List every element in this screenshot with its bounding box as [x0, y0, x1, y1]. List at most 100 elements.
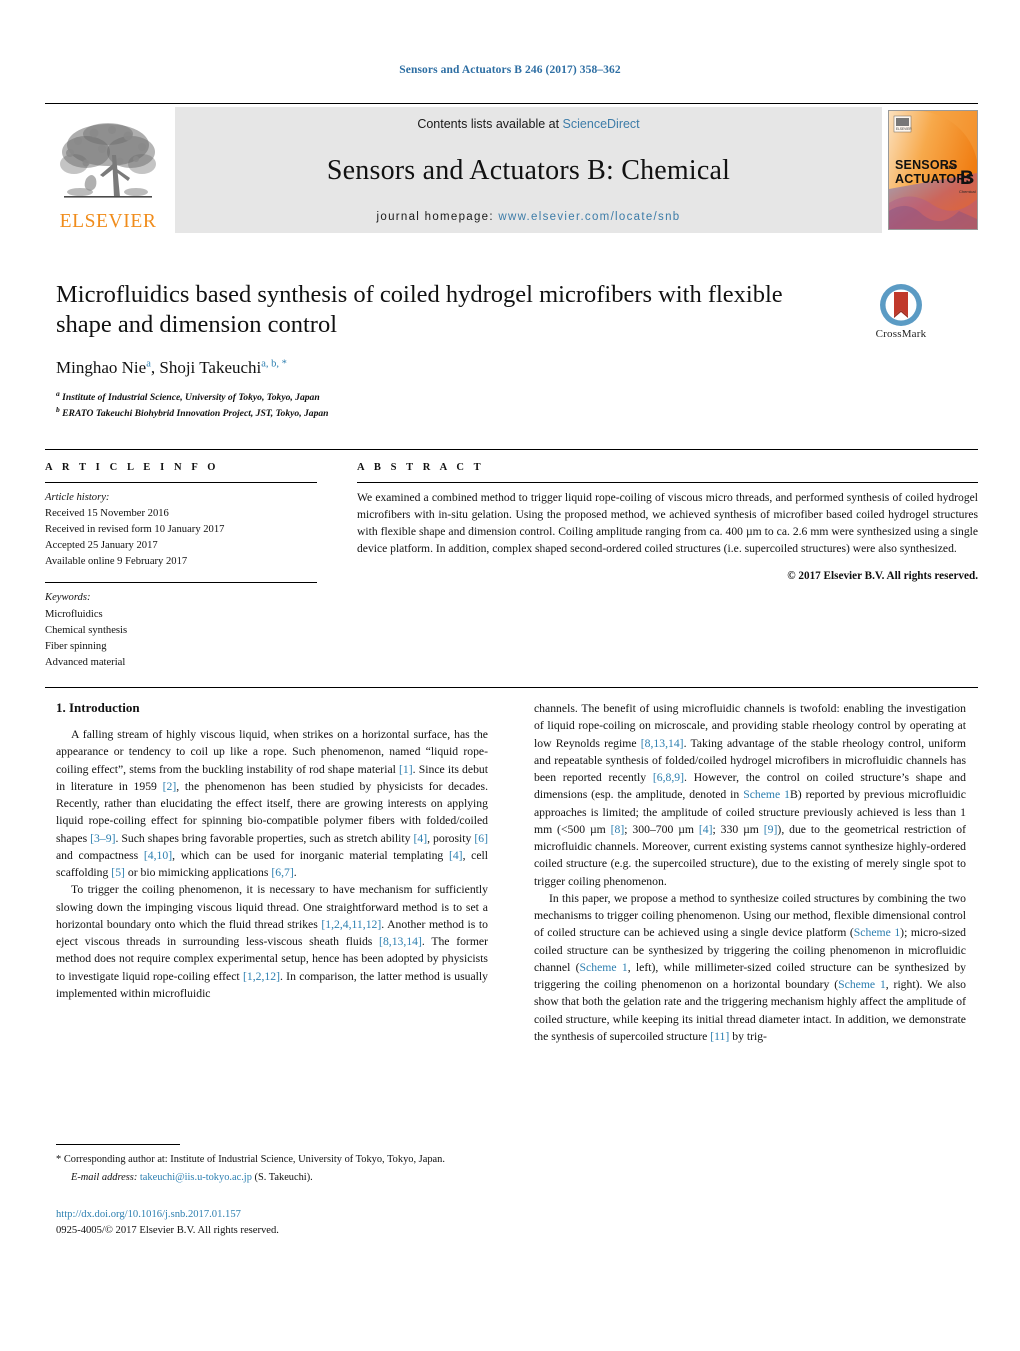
text-run: , which can be used for inorganic materi…	[172, 848, 449, 862]
article-history: Article history: Received 15 November 20…	[45, 490, 317, 570]
abstract-heading: A B S T R A C T	[357, 462, 485, 473]
citation-link[interactable]: [6,7]	[271, 866, 293, 879]
citation-link[interactable]: [4,10]	[144, 849, 172, 862]
scheme-link[interactable]: Scheme 1	[838, 978, 886, 991]
corresponding-author-note: * Corresponding author at: Institute of …	[56, 1152, 488, 1168]
keyword-item: Chemical synthesis	[45, 624, 128, 636]
history-item: Accepted 25 January 2017	[45, 540, 158, 552]
divider	[45, 482, 317, 483]
abstract-text: We examined a combined method to trigger…	[357, 491, 978, 555]
citation-link[interactable]: [2]	[163, 780, 177, 793]
doi-block: http://dx.doi.org/10.1016/j.snb.2017.01.…	[56, 1207, 488, 1238]
text-run: ; 300–700 µm	[624, 822, 699, 836]
citation-link[interactable]: [8]	[611, 823, 625, 836]
contents-lists-line: Contents lists available at ScienceDirec…	[417, 117, 639, 131]
citation-link[interactable]: [5]	[111, 866, 125, 879]
citation-link[interactable]: [8,13,14]	[641, 737, 684, 750]
scheme-link[interactable]: Scheme 1	[580, 961, 628, 974]
author-list: Minghao Niea, Shoji Takeuchia, b, *	[56, 358, 287, 378]
title-block: Microfluidics based synthesis of coiled …	[56, 280, 826, 421]
citation-link[interactable]: [3–9]	[90, 832, 115, 845]
paragraph: To trigger the coiling phenomenon, it is…	[56, 881, 488, 1002]
author-name: Minghao Nie	[56, 358, 147, 378]
email-label: E-mail address:	[71, 1171, 138, 1183]
citation-link[interactable]: [4]	[699, 823, 713, 836]
citation-link[interactable]: [9]	[764, 823, 778, 836]
citation-link[interactable]: [1,2,4,11,12]	[321, 918, 381, 931]
divider	[357, 482, 978, 483]
history-item: Available online 9 February 2017	[45, 556, 188, 568]
text-run: and compactness	[56, 848, 144, 862]
email-owner: (S. Takeuchi).	[254, 1171, 313, 1183]
footnote-block: * Corresponding author at: Institute of …	[56, 1144, 488, 1238]
citation-link[interactable]: [8,13,14]	[379, 935, 422, 948]
running-head: Sensors and Actuators B 246 (2017) 358–3…	[399, 64, 621, 76]
history-item: Received 15 November 2016	[45, 508, 169, 520]
text-run: , porosity	[427, 831, 475, 845]
scheme-link[interactable]: Scheme 1	[854, 926, 900, 939]
issn-copyright-line: 0925-4005/© 2017 Elsevier B.V. All right…	[56, 1224, 279, 1236]
text-run: . Such shapes bring favorable properties…	[115, 831, 414, 845]
info-abstract-band: A R T I C L E I N F O Article history: R…	[45, 449, 978, 688]
paragraph: A falling stream of highly viscous liqui…	[56, 726, 488, 881]
sciencedirect-link[interactable]: ScienceDirect	[563, 117, 640, 131]
abstract-column: A B S T R A C T We examined a combined m…	[335, 462, 978, 671]
email-link[interactable]: takeuchi@iis.u-tokyo.ac.jp	[140, 1172, 252, 1183]
citation-link[interactable]: [4]	[413, 832, 427, 845]
citation-link[interactable]: [6,8,9]	[653, 771, 684, 784]
keyword-item: Microfluidics	[45, 608, 103, 620]
corresponding-author-text: Corresponding author at: Institute of In…	[63, 1154, 445, 1165]
citation-link[interactable]: [6]	[474, 832, 488, 845]
section-heading-introduction: 1. Introduction	[56, 700, 140, 715]
svg-text:Chemical: Chemical	[959, 189, 976, 194]
doi-link[interactable]: http://dx.doi.org/10.1016/j.snb.2017.01.…	[56, 1207, 488, 1222]
journal-homepage-link[interactable]: www.elsevier.com/locate/snb	[498, 211, 680, 223]
history-item: Received in revised form 10 January 2017	[45, 524, 225, 536]
citation-link[interactable]: [1,2,12]	[243, 970, 280, 983]
keyword-item: Fiber spinning	[45, 640, 107, 652]
text-run: or bio mimicking applications	[124, 866, 272, 879]
svg-text:ELSEVIER: ELSEVIER	[896, 127, 912, 131]
affiliation-list: a Institute of Industrial Science, Unive…	[56, 389, 826, 421]
abstract-copyright: © 2017 Elsevier B.V. All rights reserved…	[787, 569, 978, 582]
article-info-column: A R T I C L E I N F O Article history: R…	[45, 462, 335, 671]
text-run: ; 330 µm	[712, 822, 764, 836]
right-column: channels. The benefit of using microflui…	[534, 700, 966, 1045]
crossmark-badge[interactable]: CrossMark	[846, 283, 956, 340]
author-affiliation-mark[interactable]: a, b, *	[261, 359, 287, 370]
corresponding-author-mark: *	[56, 1154, 62, 1165]
crossmark-label: CrossMark	[875, 328, 927, 340]
footnote-divider	[56, 1144, 180, 1145]
article-history-label: Article history:	[45, 492, 110, 503]
paragraph: channels. The benefit of using microflui…	[534, 700, 966, 890]
citation-link[interactable]: [11]	[710, 1030, 729, 1043]
elsevier-wordmark: ELSEVIER	[59, 210, 157, 232]
journal-title: Sensors and Actuators B: Chemical	[326, 155, 731, 186]
affiliation-text: Institute of Industrial Science, Univers…	[62, 392, 320, 404]
page-title: Microfluidics based synthesis of coiled …	[56, 281, 783, 339]
author-affiliation-mark[interactable]: a	[146, 359, 151, 370]
paragraph: In this paper, we propose a method to sy…	[534, 890, 966, 1045]
affiliation-mark: a	[56, 389, 60, 399]
elsevier-tree-icon	[60, 122, 156, 198]
paper-page: Sensors and Actuators B 246 (2017) 358–3…	[0, 0, 1020, 1351]
cover-art: ELSEVIER SENSORS and ACTUATORS B Chemica…	[889, 111, 977, 229]
affiliation-mark: b	[56, 405, 60, 415]
affiliation-item: b ERATO Takeuchi Biohybrid Innovation Pr…	[56, 405, 826, 421]
crossmark-icon	[880, 284, 922, 326]
journal-masthead: ELSEVIER Contents lists available at Sci…	[45, 103, 978, 233]
svg-text:B: B	[960, 168, 974, 189]
email-note: E-mail address: takeuchi@iis.u-tokyo.ac.…	[56, 1170, 488, 1186]
journal-cover-thumbnail[interactable]: ELSEVIER SENSORS and ACTUATORS B Chemica…	[888, 110, 978, 230]
body-columns: 1. Introduction A falling stream of high…	[56, 700, 967, 1045]
citation-link[interactable]: [1]	[399, 763, 413, 776]
citation-link[interactable]: [4]	[449, 849, 463, 862]
text-run: by trig-	[729, 1029, 767, 1043]
contents-prefix: Contents lists available at	[417, 117, 563, 131]
keywords-label: Keywords:	[45, 592, 91, 604]
text-run: .	[293, 866, 297, 879]
journal-banner: Contents lists available at ScienceDirec…	[175, 107, 882, 233]
scheme-link[interactable]: Scheme 1	[743, 788, 790, 801]
keywords-group: Keywords: Microfluidics Chemical synthes…	[45, 590, 317, 670]
